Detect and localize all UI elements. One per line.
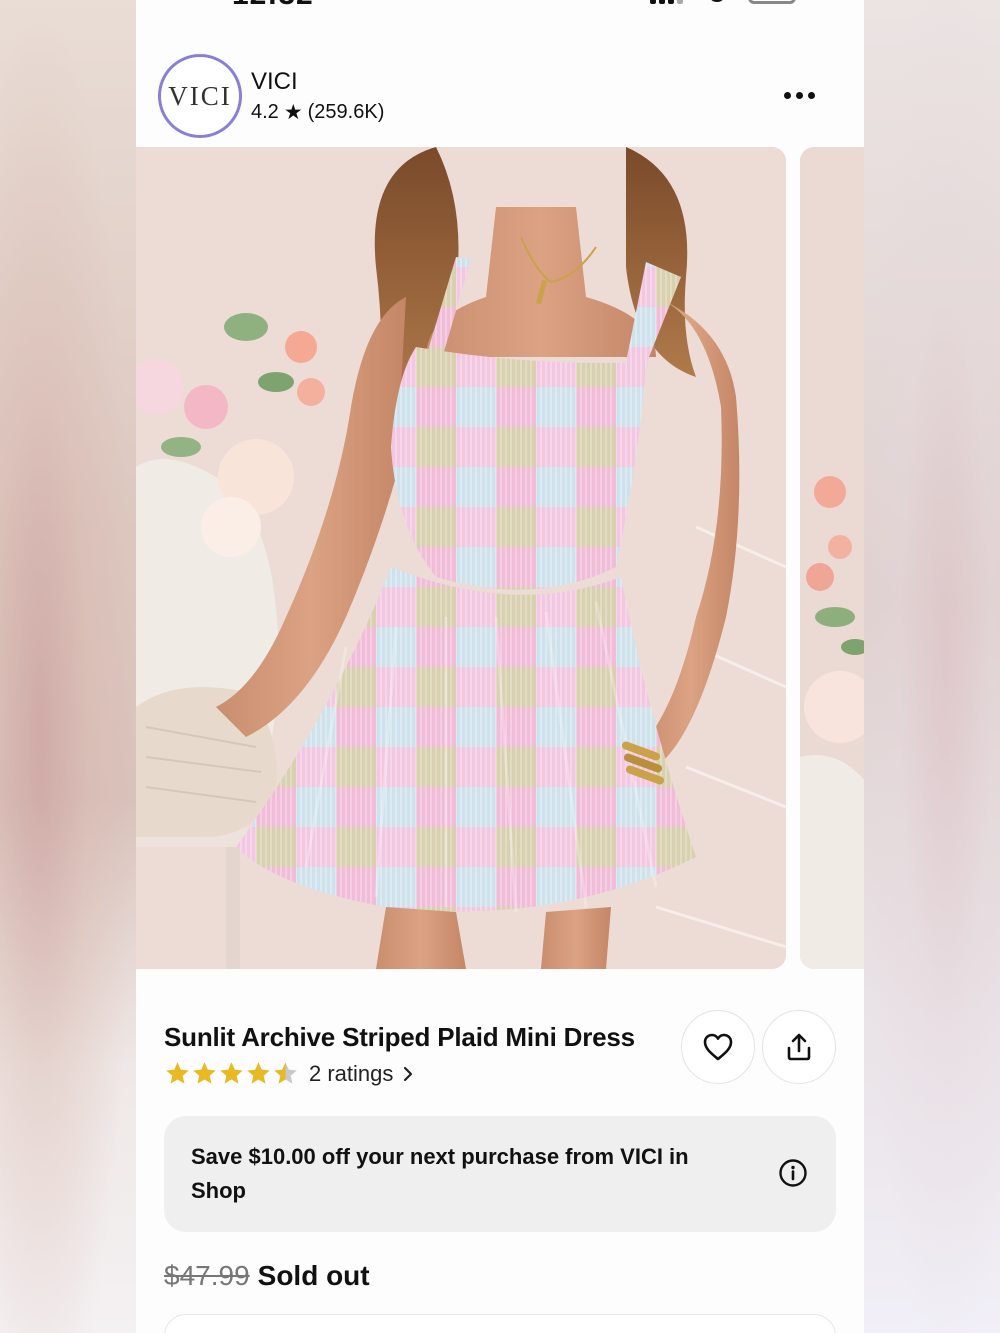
next-image-illustration [800, 147, 864, 969]
product-title: Sunlit Archive Striped Plaid Mini Dress [164, 1022, 635, 1052]
more-dot-icon [783, 91, 791, 99]
shop-logo[interactable]: VICI [158, 54, 242, 138]
sold-out-label: Sold out [257, 1260, 370, 1291]
model-dress-illustration [136, 147, 786, 969]
product-image-main[interactable] [136, 147, 786, 969]
bottom-card[interactable] [164, 1314, 836, 1333]
shop-header: VICI VICI 4.2 ★ (259.6K) [136, 52, 864, 142]
wifi-icon [708, 0, 726, 2]
info-icon[interactable] [778, 1158, 808, 1188]
favorite-button[interactable] [681, 1010, 755, 1084]
promo-banner[interactable]: Save $10.00 off your next purchase from … [164, 1116, 836, 1232]
shop-rating: 4.2 ★ (259.6K) [251, 100, 384, 125]
ratings-link[interactable]: 2 ratings [309, 1061, 413, 1087]
signal-icon [650, 0, 686, 4]
more-dot-icon [795, 91, 803, 99]
chevron-right-icon [404, 1066, 413, 1081]
star-icon: ★ [283, 101, 303, 124]
status-bar: 12:32 [136, 0, 864, 11]
product-image-next[interactable] [800, 147, 864, 969]
half-star-icon [274, 1062, 297, 1084]
status-time: 12:32 [232, 0, 314, 12]
more-options-button[interactable] [774, 80, 824, 110]
price-row: $47.99 Sold out [164, 1260, 370, 1292]
star-icon [247, 1062, 270, 1084]
more-dot-icon [807, 91, 815, 99]
heart-icon [703, 1033, 733, 1061]
battery-icon [748, 0, 796, 4]
share-button[interactable] [762, 1010, 836, 1084]
star-icon [166, 1062, 189, 1084]
star-rating [164, 1060, 299, 1087]
shop-name[interactable]: VICI [251, 68, 298, 96]
original-price: $47.99 [164, 1260, 250, 1291]
background-blur-right [864, 0, 1000, 1333]
star-icon [193, 1062, 216, 1084]
share-icon [787, 1033, 811, 1061]
shop-review-count: (259.6K) [307, 101, 385, 123]
product-page: 12:32 VICI VICI 4.2 ★ (259.6K) [136, 0, 864, 1333]
background-blur-left [0, 0, 136, 1333]
product-rating-row[interactable]: 2 ratings [164, 1060, 413, 1087]
ratings-count: 2 ratings [309, 1060, 394, 1086]
shop-rating-value: 4.2 [251, 101, 279, 123]
star-icon [220, 1062, 243, 1084]
shop-logo-text: VICI [168, 80, 232, 111]
promo-text: Save $10.00 off your next purchase from … [191, 1144, 689, 1203]
